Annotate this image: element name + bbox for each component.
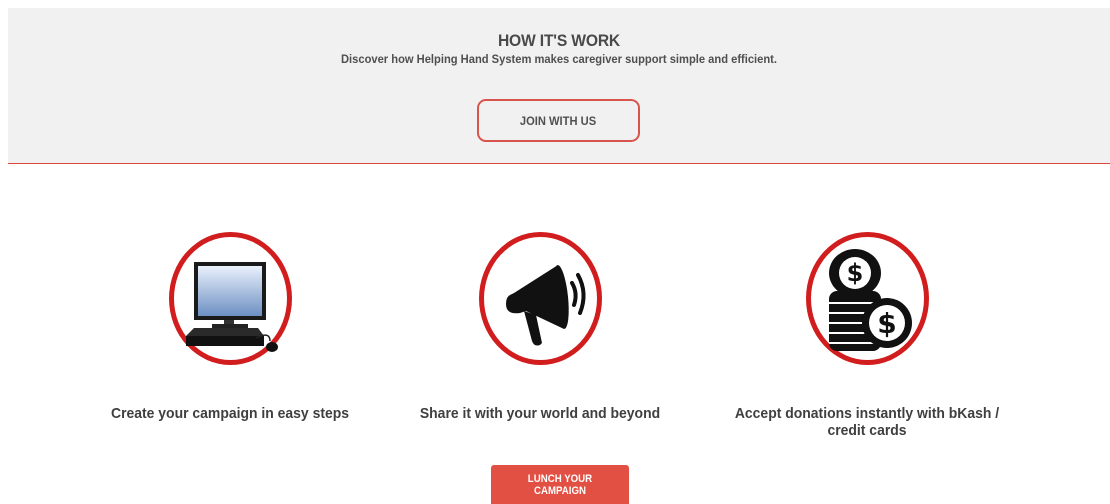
svg-text:$: $: [846, 259, 863, 287]
step-icon-circle: $ $: [805, 232, 929, 365]
join-with-us-button[interactable]: JOIN WITH US: [477, 99, 640, 142]
computer-icon: [185, 262, 278, 352]
megaphone-icon: [505, 265, 585, 346]
section-title: HOW IT'S WORK: [497, 31, 621, 50]
launch-campaign-button[interactable]: LUNCH YOUR CAMPAIGN: [491, 465, 629, 504]
step-accept-donations: $ $ Accept donations instantly with bKas…: [707, 232, 1027, 439]
launch-button-label: LUNCH YOUR CAMPAIGN: [527, 472, 593, 497]
join-button-label: JOIN WITH US: [520, 113, 597, 128]
coins-icon: $ $: [828, 249, 912, 351]
step-label: Create your campaign in easy steps: [110, 405, 350, 422]
section-subtitle: Discover how Helping Hand System makes c…: [341, 52, 777, 66]
how-it-works-section: HOW IT'S WORK Discover how Helping Hand …: [8, 8, 1110, 164]
step-icon-circle: [168, 232, 292, 365]
step-share: Share it with your world and beyond: [380, 232, 700, 422]
step-create-campaign: Create your campaign in easy steps: [70, 232, 390, 422]
step-label: Accept donations instantly with bKash / …: [734, 405, 1000, 439]
step-icon-circle: [478, 232, 602, 365]
step-label: Share it with your world and beyond: [419, 405, 661, 422]
svg-text:$: $: [877, 307, 896, 340]
